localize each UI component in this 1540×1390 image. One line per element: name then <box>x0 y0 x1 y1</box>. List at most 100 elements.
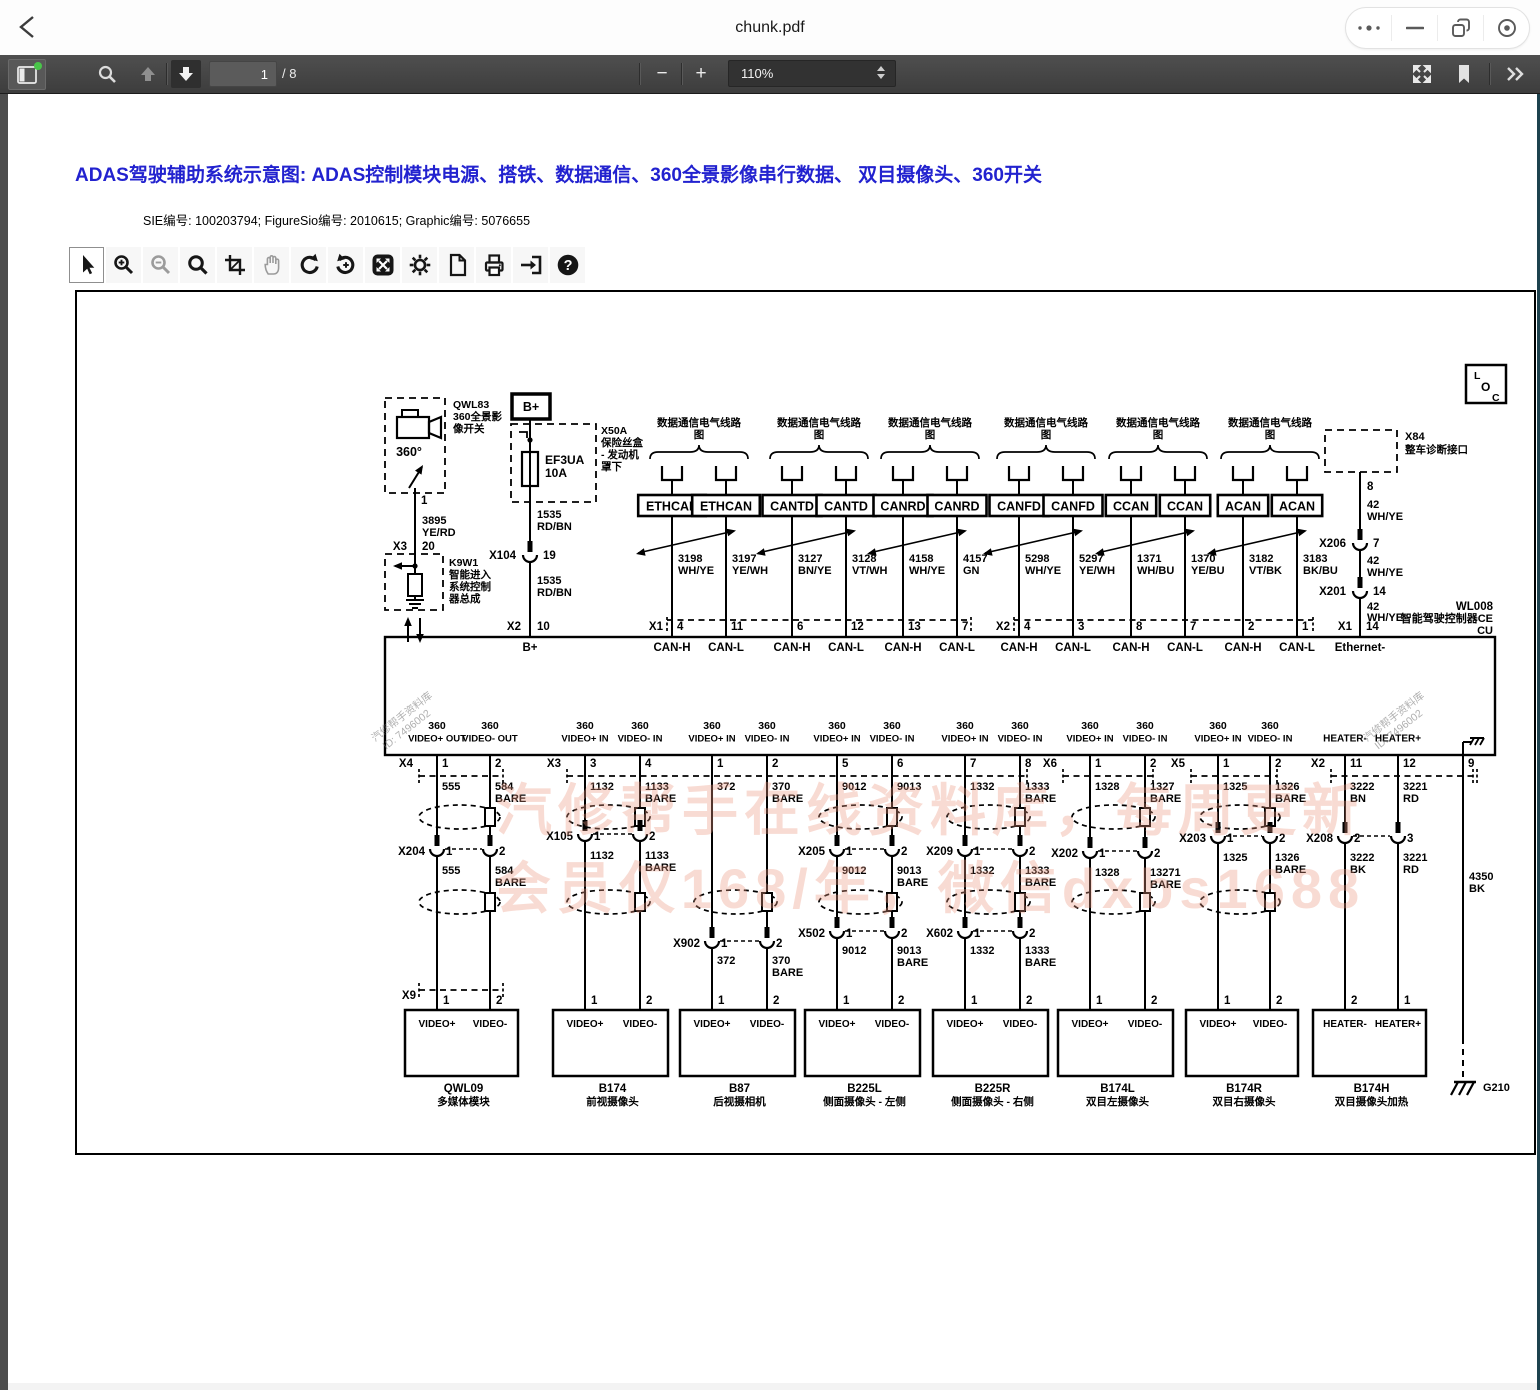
svg-text:GN: GN <box>963 565 980 577</box>
svg-text:X5: X5 <box>1171 758 1186 770</box>
svg-text:VIDEO+ OUT: VIDEO+ OUT <box>408 734 466 745</box>
fit-screen-icon[interactable] <box>365 247 400 283</box>
svg-text:Ethernet-: Ethernet- <box>1335 642 1386 654</box>
svg-text:系统控制: 系统控制 <box>449 580 491 593</box>
svg-text:数据通信电气线路: 数据通信电气线路 <box>1115 416 1200 429</box>
svg-text:6: 6 <box>797 621 803 633</box>
more-options-icon[interactable] <box>1346 8 1391 48</box>
svg-text:VIDEO+: VIDEO+ <box>819 1019 856 1030</box>
cursor-select-icon[interactable] <box>69 247 104 283</box>
svg-text:侧面摄像头 - 右侧: 侧面摄像头 - 右侧 <box>951 1095 1034 1108</box>
svg-text:双目左摄像头: 双目左摄像头 <box>1085 1095 1149 1108</box>
svg-text:360: 360 <box>576 720 594 732</box>
svg-text:X3: X3 <box>547 758 561 770</box>
svg-text:7: 7 <box>1190 621 1196 633</box>
help-icon[interactable]: ? <box>550 247 585 283</box>
crop-icon[interactable] <box>217 247 252 283</box>
rotate-ccw-icon[interactable] <box>328 247 363 283</box>
svg-text:WH/YE: WH/YE <box>1367 567 1403 579</box>
svg-text:CCAN: CCAN <box>1113 500 1149 514</box>
restore-window-icon[interactable] <box>1438 8 1483 48</box>
svg-text:10A: 10A <box>545 466 567 480</box>
next-page-icon[interactable] <box>171 60 201 88</box>
presentation-mode-icon[interactable] <box>1406 59 1438 88</box>
svg-text:双目摄像头加热: 双目摄像头加热 <box>1334 1095 1409 1108</box>
svg-text:42: 42 <box>1367 555 1379 567</box>
svg-text:RD: RD <box>1403 793 1419 805</box>
svg-text:11: 11 <box>731 621 744 633</box>
svg-text:3198: 3198 <box>678 553 702 565</box>
current-view-bookmark-icon[interactable] <box>1448 59 1480 88</box>
svg-text:2: 2 <box>495 758 501 770</box>
rotate-cw-icon[interactable] <box>291 247 326 283</box>
svg-text:B+: B+ <box>523 400 539 414</box>
zoom-level-value: 110% <box>741 66 773 81</box>
find-icon[interactable] <box>92 59 122 88</box>
svg-text:1: 1 <box>974 928 981 940</box>
svg-text:11: 11 <box>1350 758 1363 770</box>
svg-text:X4: X4 <box>399 758 414 770</box>
divider <box>166 63 167 85</box>
export-icon[interactable] <box>513 247 548 283</box>
svg-text:1: 1 <box>1095 758 1102 770</box>
svg-text:8: 8 <box>1136 621 1143 633</box>
viewer-tool-strip: ? <box>69 247 585 283</box>
svg-text:CAN-L: CAN-L <box>1279 642 1315 654</box>
svg-text:RD/BN: RD/BN <box>537 521 572 533</box>
minimize-icon[interactable] <box>1392 8 1437 48</box>
svg-text:1: 1 <box>843 995 850 1007</box>
zoom-in-icon[interactable]: + <box>682 59 720 88</box>
blank-page-icon[interactable] <box>439 247 474 283</box>
svg-text:360: 360 <box>481 720 499 732</box>
sidebar-toggle-icon[interactable] <box>8 59 46 90</box>
svg-text:360全景影: 360全景影 <box>453 410 503 423</box>
svg-text:BN/YE: BN/YE <box>798 565 832 577</box>
svg-text:RD/BN: RD/BN <box>537 587 572 599</box>
svg-text:CAN-H: CAN-H <box>1112 642 1149 654</box>
svg-text:360: 360 <box>1261 720 1279 732</box>
zoom-out-icon[interactable] <box>143 247 178 283</box>
svg-text:2: 2 <box>776 938 782 950</box>
svg-text:1: 1 <box>591 995 598 1007</box>
hand-pan-icon[interactable] <box>254 247 289 283</box>
search-icon[interactable] <box>180 247 215 283</box>
page-number-input[interactable] <box>209 61 277 87</box>
svg-text:X3: X3 <box>393 541 407 553</box>
svg-text:42: 42 <box>1367 499 1379 511</box>
svg-text:2: 2 <box>1150 758 1156 770</box>
svg-text:ACAN: ACAN <box>1225 500 1261 514</box>
svg-text:CAN-H: CAN-H <box>1000 642 1037 654</box>
svg-text:4: 4 <box>1024 621 1031 633</box>
svg-text:ETHCAN: ETHCAN <box>646 500 698 514</box>
svg-text:1: 1 <box>1404 995 1411 1007</box>
settings-icon[interactable] <box>402 247 437 283</box>
svg-text:VIDEO+: VIDEO+ <box>419 1019 456 1030</box>
zoom-out-icon[interactable]: − <box>643 59 681 88</box>
print-icon[interactable] <box>476 247 511 283</box>
more-tools-icon[interactable] <box>1498 59 1532 88</box>
svg-text:3221: 3221 <box>1403 852 1427 864</box>
svg-text:BK/BU: BK/BU <box>1303 565 1338 577</box>
svg-text:VIDEO-: VIDEO- <box>750 1019 784 1030</box>
svg-text:X2: X2 <box>1311 758 1325 770</box>
svg-text:BARE: BARE <box>772 967 803 979</box>
svg-text:X201: X201 <box>1319 586 1346 598</box>
svg-text:RD: RD <box>1403 864 1419 876</box>
svg-text:图: 图 <box>925 429 936 441</box>
zoom-level-select[interactable]: 110% <box>728 60 896 87</box>
svg-text:360: 360 <box>828 720 846 732</box>
svg-text:2: 2 <box>646 995 652 1007</box>
svg-text:HEATER-: HEATER- <box>1323 1019 1367 1030</box>
svg-text:保险丝盒: 保险丝盒 <box>600 436 643 449</box>
svg-text:X50A: X50A <box>601 425 628 437</box>
svg-text:YE/BU: YE/BU <box>1191 565 1225 577</box>
svg-text:CAN-L: CAN-L <box>939 642 975 654</box>
svg-text:CANFD: CANFD <box>997 500 1041 514</box>
zoom-in-icon[interactable] <box>106 247 141 283</box>
svg-text:图: 图 <box>1041 429 1052 441</box>
record-target-icon[interactable] <box>1484 8 1529 48</box>
previous-page-icon[interactable] <box>134 59 162 88</box>
svg-text:VIDEO+ IN: VIDEO+ IN <box>813 734 860 745</box>
svg-text:9: 9 <box>1468 758 1474 770</box>
svg-text:X104: X104 <box>489 550 516 562</box>
